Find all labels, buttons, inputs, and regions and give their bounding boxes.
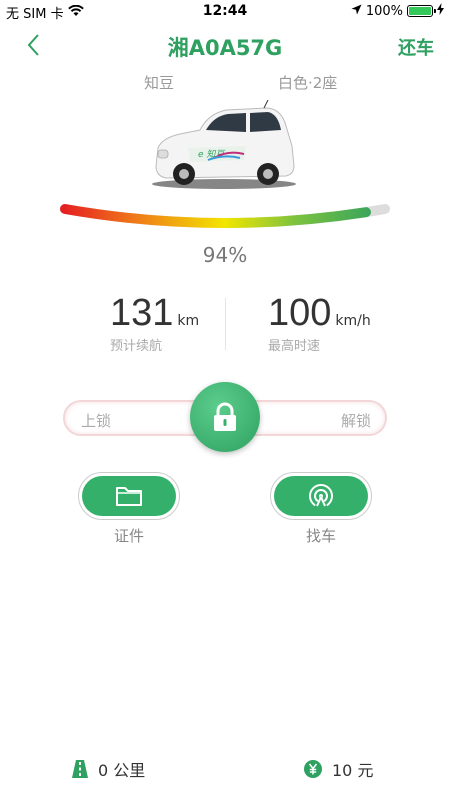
speed-value: 100 [268, 292, 332, 334]
charge-gauge [60, 204, 390, 228]
distance-info: 0 公里 [72, 757, 145, 781]
nav-bar: 湘A0A57G 还车 [0, 22, 450, 68]
location-arrow-icon [351, 4, 362, 19]
plate-number-title: 湘A0A57G [167, 36, 283, 60]
lock-icon [214, 402, 236, 431]
return-car-button[interactable]: 还车 [398, 34, 434, 60]
car-color-seats: 白色·2座 [278, 74, 338, 92]
documents-button-inner [82, 476, 176, 516]
find-car-label: 找车 [305, 527, 336, 545]
lock-slider-knob[interactable] [190, 382, 260, 452]
documents-button[interactable] [78, 472, 180, 520]
cost-value: 10 元 [332, 761, 374, 780]
stats-panel: 131 km 预计续航 100 km/h 最高时速 [0, 292, 450, 362]
charging-bolt-icon [437, 3, 444, 19]
status-bar: 无 SIM 卡 12:44 100% [0, 0, 450, 22]
battery-icon [407, 5, 436, 17]
range-unit: km [177, 313, 200, 329]
documents-label: 证件 [113, 527, 144, 545]
gauge-fill [60, 204, 390, 228]
range-label: 预计续航 [110, 339, 163, 354]
car-meta: 知豆 白色·2座 [0, 72, 450, 92]
cost-info: 10 元 [304, 757, 373, 781]
charge-percent: 94% [202, 243, 248, 267]
speed-unit: km/h [335, 313, 371, 329]
range-stat: 131 km 预计续航 [110, 292, 199, 354]
lock-label: 上锁 [81, 412, 112, 430]
signal-icon [309, 484, 333, 509]
car-image: e 知豆 [148, 99, 298, 192]
folder-icon [116, 487, 142, 506]
speed-stat: 100 km/h 最高时速 [268, 292, 371, 354]
distance-value: 0 公里 [98, 761, 146, 780]
find-car-button-inner [274, 476, 368, 516]
road-icon [72, 760, 88, 778]
car-model: 知豆 [144, 74, 175, 92]
battery-percent: 100% [365, 3, 403, 19]
find-car-button[interactable] [270, 472, 372, 520]
stats-divider [225, 298, 226, 350]
unlock-label: 解锁 [340, 412, 371, 430]
status-right: 100% [351, 3, 444, 19]
footer-bar: 0 公里 10 元 [0, 755, 450, 785]
range-value: 131 [110, 292, 174, 334]
yuan-icon [304, 760, 322, 778]
speed-label: 最高时速 [268, 339, 321, 354]
